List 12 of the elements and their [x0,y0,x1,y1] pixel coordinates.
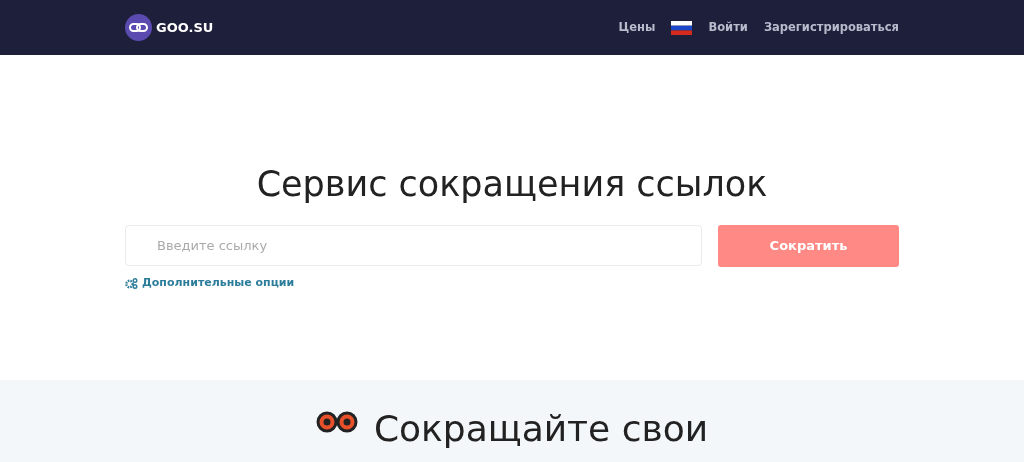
brand-name: GOO.SU [156,18,214,37]
nav-link[interactable]: Цены [618,18,656,37]
brand-logo[interactable]: GOO.SU [125,14,214,41]
hero-title: Сервис сокращения ссылок [255,163,769,205]
nav-link[interactable]: Войти [708,18,748,37]
url-input-field[interactable]: Введите ссылку [125,225,702,266]
gears-icon [125,277,138,289]
nav-link[interactable]: Зарегистрироваться [763,18,899,37]
chain-link-icon [125,14,152,41]
section-title: Сокращайте свои [373,408,709,450]
options-link[interactable]: Дополнительные опции [125,275,295,292]
russian-flag-icon[interactable] [671,20,693,35]
